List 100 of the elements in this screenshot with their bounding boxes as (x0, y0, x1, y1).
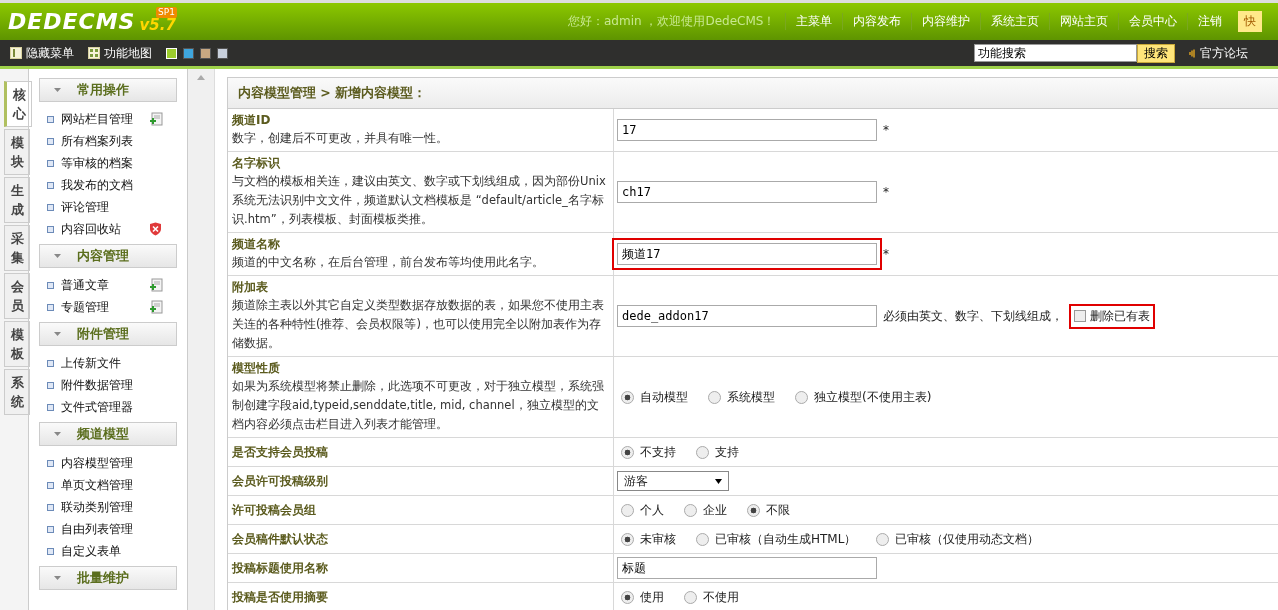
field-note: 必须由英文、数字、下划线组成， (883, 307, 1063, 325)
menu-item[interactable]: 单页文档管理 (61, 476, 149, 494)
caret-icon (54, 432, 61, 436)
level-select[interactable]: 游客 (617, 471, 729, 491)
side-tab[interactable]: 模块 (4, 129, 30, 175)
radio-option[interactable]: 已审核（自动生成HTML） (696, 530, 857, 548)
text-field[interactable]: 频道17 (617, 243, 877, 265)
toolbar-link[interactable]: 功能地图 (88, 44, 152, 62)
field-label: 名字标识 (232, 155, 281, 172)
menu-section-header[interactable]: 批量维护 (39, 566, 177, 590)
caret-icon (54, 332, 61, 336)
menu-item[interactable]: 专题管理 (61, 298, 149, 316)
caret-icon (54, 576, 61, 580)
menu-section-header[interactable]: 频道模型 (39, 422, 177, 446)
menu-item[interactable]: 所有档案列表 (61, 132, 149, 150)
bullet-icon (47, 481, 54, 489)
radio-option[interactable]: 个人 (621, 501, 664, 519)
field-description: 频道除主表以外其它自定义类型数据存放数据的表，如果您不使用主表关连的各种特性(推荐、会员权限等)，也可以使用完全以附加表作为存储数据。 (232, 297, 605, 352)
menu-item[interactable]: 网站栏目管理 (61, 110, 149, 128)
menu-section-header[interactable]: 内容管理 (39, 244, 177, 268)
add-document-icon[interactable] (149, 278, 163, 292)
radio-option[interactable]: 不使用 (684, 588, 739, 606)
radio-option[interactable]: 使用 (621, 588, 664, 606)
menu-item[interactable]: 自由列表管理 (61, 520, 149, 538)
radio-option[interactable]: 不支持 (621, 443, 676, 461)
logo-version: v5.7 (139, 16, 176, 34)
add-document-icon[interactable] (149, 112, 163, 126)
bullet-icon (47, 525, 54, 533)
menu-section-header[interactable]: 附件管理 (39, 322, 177, 346)
menu-item[interactable]: 联动类别管理 (61, 498, 149, 516)
side-tab[interactable]: 系统 (4, 369, 30, 415)
version-badge: SP1 (156, 7, 177, 18)
menu-item[interactable]: 上传新文件 (61, 354, 149, 372)
bullet-icon (47, 547, 54, 555)
menu-item[interactable]: 内容模型管理 (61, 454, 149, 472)
side-tab[interactable]: 采集 (4, 225, 30, 271)
field-label: 投稿标题使用名称 (232, 559, 329, 577)
form-title: 内容模型管理 > 新增内容模型： (228, 78, 1278, 109)
bullet-icon (47, 115, 54, 123)
required-mark: * (883, 185, 889, 199)
caret-icon (54, 88, 61, 92)
radio-option[interactable]: 已审核（仅使用动态文档） (876, 530, 1040, 548)
radio-option[interactable]: 企业 (684, 501, 727, 519)
field-label: 附加表 (232, 279, 269, 296)
greeting-text: 您好：admin ，欢迎使用DedeCMS！ (568, 13, 776, 30)
field-label: 会员稿件默认状态 (232, 530, 329, 548)
menu-item[interactable]: 等审核的档案 (61, 154, 149, 172)
add-document-icon[interactable] (149, 300, 163, 314)
text-field[interactable]: 标题 (617, 557, 877, 579)
menu-item[interactable]: 文件式管理器 (61, 398, 149, 416)
menu-item[interactable]: 自定义表单 (61, 542, 149, 560)
text-field[interactable]: 17 (617, 119, 877, 141)
text-field[interactable]: ch17 (617, 181, 877, 203)
caret-icon (54, 254, 61, 258)
bullet-icon (47, 303, 54, 311)
bullet-icon (47, 503, 54, 511)
section-title: 批量维护 (77, 569, 129, 587)
bullet-icon (47, 203, 54, 211)
radio-option[interactable]: 不限 (747, 501, 790, 519)
menu-item[interactable]: 评论管理 (61, 198, 149, 216)
field-label: 是否支持会员投稿 (232, 443, 329, 461)
radio-option[interactable]: 自动模型 (621, 388, 688, 406)
menu-item[interactable]: 内容回收站 (61, 220, 149, 238)
field-label: 模型性质 (232, 360, 281, 377)
delete-table-checkbox[interactable]: 删除已有表 (1069, 303, 1155, 329)
field-label: 会员许可投稿级别 (232, 472, 329, 490)
shield-icon[interactable] (149, 222, 162, 236)
grid-icon (88, 47, 100, 59)
section-title: 常用操作 (77, 81, 129, 99)
menu-item[interactable]: 我发布的文档 (61, 176, 149, 194)
bullet-icon (47, 381, 54, 389)
search-field[interactable]: 功能搜索 (974, 44, 1137, 62)
text-field[interactable]: dede_addon17 (617, 305, 877, 327)
bullet-icon (47, 403, 54, 411)
skin-swatch[interactable] (200, 47, 211, 59)
skin-swatch[interactable] (183, 47, 194, 59)
skin-swatch[interactable] (217, 47, 228, 59)
search-button[interactable]: 搜索 (1137, 43, 1175, 63)
side-tab[interactable]: 核心 (4, 81, 32, 127)
section-title: 附件管理 (77, 325, 129, 343)
menu-section-header[interactable]: 常用操作 (39, 78, 177, 102)
quick-link[interactable]: 快 (1238, 11, 1263, 32)
bullet-icon (47, 137, 54, 145)
menu-item[interactable]: 普通文章 (61, 276, 149, 294)
required-mark: * (883, 247, 889, 261)
radio-option[interactable]: 系统模型 (708, 388, 775, 406)
toolbar-link[interactable]: 隐藏菜单 (10, 44, 74, 62)
forum-link[interactable]: 官方论坛 (1189, 44, 1248, 62)
side-tab[interactable]: 生成 (4, 177, 30, 223)
field-description: 数字，创建后不可更改，并具有唯一性。 (232, 130, 449, 147)
side-tab[interactable]: 会员 (4, 273, 30, 319)
logo-text: DEDECMS (8, 9, 136, 34)
bullet-icon (47, 159, 54, 167)
side-tab[interactable]: 模板 (4, 321, 30, 367)
signal-icon (1189, 48, 1195, 58)
radio-option[interactable]: 未审核 (621, 530, 676, 548)
section-title: 内容管理 (77, 247, 129, 265)
radio-option[interactable]: 支持 (696, 443, 739, 461)
menu-item[interactable]: 附件数据管理 (61, 376, 149, 394)
radio-option[interactable]: 独立模型(不使用主表) (795, 388, 932, 406)
